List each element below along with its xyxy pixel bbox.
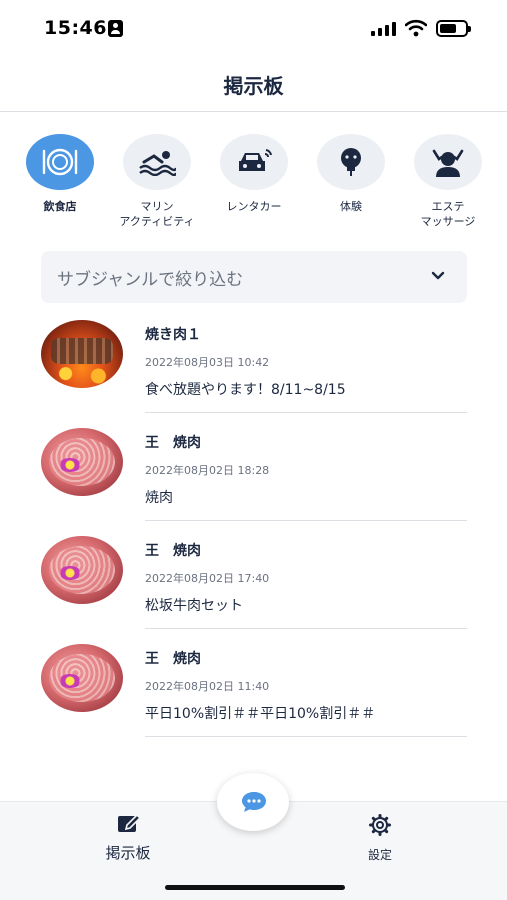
category-esthetic[interactable]: エステ マッサージ [408, 134, 488, 229]
status-bar: 15:46 [0, 0, 507, 56]
post-thumbnail [41, 644, 123, 712]
post-date: 2022年08月02日 17:40 [145, 572, 270, 585]
category-experience[interactable]: 体験 [311, 134, 391, 214]
post-thumbnail [41, 536, 123, 604]
category-label: 体験 [340, 200, 362, 213]
post-item[interactable]: 王 焼肉 2022年08月02日 18:28 焼肉 [0, 413, 507, 521]
category-label: マリン アクティビティ [119, 200, 195, 228]
massage-icon [432, 149, 464, 177]
post-item[interactable]: 王 焼肉 2022年08月02日 17:40 松坂牛肉セット [0, 521, 507, 629]
nav-board-tab[interactable]: 掲示板 [88, 812, 168, 863]
car-icon [239, 149, 272, 171]
post-thumbnail [41, 320, 123, 388]
post-title: 王 焼肉 [145, 543, 201, 559]
category-marine[interactable]: マリン アクティビティ [117, 134, 197, 229]
nav-settings-label: 設定 [367, 848, 392, 862]
dining-icon [42, 148, 78, 176]
post-body: 松坂牛肉セット [145, 598, 243, 614]
contact-card-icon [108, 20, 123, 37]
post-list: 焼き肉１ 2022年08月03日 10:42 食べ放題やります！8/11~8/1… [0, 305, 507, 737]
chat-bubble-icon [242, 792, 266, 812]
page-title: 掲示板 [223, 74, 284, 98]
edit-board-icon [118, 813, 142, 832]
post-title: 王 焼肉 [145, 651, 201, 667]
post-body: 平日10%割引＃＃平日10%割引＃＃ [145, 706, 376, 722]
category-rental-car[interactable]: レンタカー [214, 134, 294, 214]
header: 掲示板 [0, 56, 507, 112]
subgenre-filter-dropdown[interactable]: サブジャンルで絞り込む [41, 251, 467, 303]
divider [145, 736, 467, 737]
post-date: 2022年08月03日 10:42 [145, 356, 270, 369]
post-date: 2022年08月02日 18:28 [145, 464, 270, 477]
category-label: エステ マッサージ [420, 200, 476, 228]
category-label: 飲食店 [43, 200, 77, 213]
post-thumbnail [41, 428, 123, 496]
filter-placeholder: サブジャンルで絞り込む [57, 270, 244, 290]
home-indicator [165, 885, 345, 890]
post-body: 焼肉 [145, 490, 173, 506]
post-item[interactable]: 焼き肉１ 2022年08月03日 10:42 食べ放題やります！8/11~8/1… [0, 305, 507, 413]
status-time: 15:46 [44, 17, 107, 39]
category-label: レンタカー [226, 200, 282, 213]
post-date: 2022年08月02日 11:40 [145, 680, 270, 693]
battery-icon [436, 20, 471, 37]
category-dining[interactable]: 飲食店 [20, 134, 100, 214]
gear-icon [369, 814, 391, 836]
post-body: 食べ放題やります！8/11~8/15 [145, 382, 346, 398]
category-row: 飲食店 マリン アクティビティ レンタカー 体験 エステ マッサージ [0, 134, 507, 244]
post-title: 焼き肉１ [145, 327, 201, 343]
post-item[interactable]: 王 焼肉 2022年08月02日 11:40 平日10%割引＃＃平日10%割引＃… [0, 629, 507, 737]
signal-icon [371, 22, 397, 36]
post-title: 王 焼肉 [145, 435, 201, 451]
swimming-icon [139, 151, 176, 176]
chat-fab-button[interactable] [217, 773, 289, 831]
nav-board-label: 掲示板 [105, 844, 151, 862]
lightbulb-icon [341, 148, 361, 176]
wifi-icon [405, 19, 427, 37]
chevron-down-icon [431, 271, 445, 280]
nav-settings-tab[interactable]: 設定 [350, 814, 410, 863]
